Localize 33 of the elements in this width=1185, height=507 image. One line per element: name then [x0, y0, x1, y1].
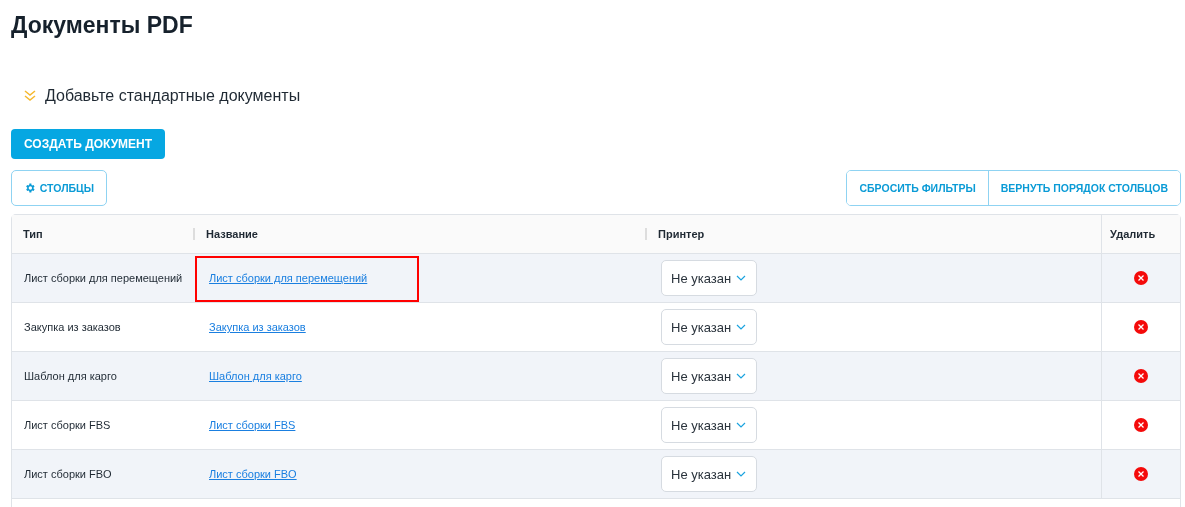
- printer-select[interactable]: Не указан: [661, 456, 757, 492]
- chevron-icon: [23, 89, 37, 103]
- column-header[interactable]: Тип: [12, 228, 43, 240]
- type-cell-text: Закупка из заказов: [23, 321, 122, 333]
- document-link[interactable]: Лист сборки FBS: [195, 419, 296, 431]
- caret-icon: [736, 324, 747, 330]
- type-cell-text: Шаблон для карго: [23, 370, 118, 382]
- type-cell-text: Лист сборки для перемещений: [23, 272, 184, 284]
- page-title: Документы PDF: [11, 11, 194, 40]
- delete-icon[interactable]: [1134, 418, 1148, 432]
- printer-select[interactable]: Не указан: [661, 309, 757, 345]
- caret-icon: [736, 471, 747, 477]
- column-header[interactable]: Принтер: [647, 228, 705, 240]
- column-header[interactable]: Удалить: [1110, 228, 1156, 240]
- printer-select[interactable]: Не указан: [661, 407, 757, 443]
- document-link[interactable]: Лист сборки FBO: [195, 468, 297, 480]
- caret-icon: [736, 373, 747, 379]
- delete-icon[interactable]: [1134, 320, 1148, 334]
- printer-select[interactable]: Не указан: [661, 260, 757, 296]
- delete-icon[interactable]: [1134, 271, 1148, 285]
- collapsible-header[interactable]: Добавьте стандартные документы: [23, 85, 1181, 107]
- delete-icon[interactable]: [1134, 369, 1148, 383]
- gear-icon: [24, 182, 36, 194]
- column-header[interactable]: Название: [195, 228, 258, 240]
- delete-icon[interactable]: [1134, 467, 1148, 481]
- document-link[interactable]: Закупка из заказов: [195, 321, 306, 333]
- document-link[interactable]: Шаблон для карго: [195, 370, 302, 382]
- caret-icon: [736, 275, 747, 281]
- caret-icon: [736, 422, 747, 428]
- type-cell-text: Лист сборки FBO: [23, 468, 113, 480]
- type-cell-text: Лист сборки FBS: [23, 419, 112, 431]
- document-link[interactable]: Лист сборки для перемещений: [195, 272, 368, 284]
- printer-select[interactable]: Не указан: [661, 358, 757, 394]
